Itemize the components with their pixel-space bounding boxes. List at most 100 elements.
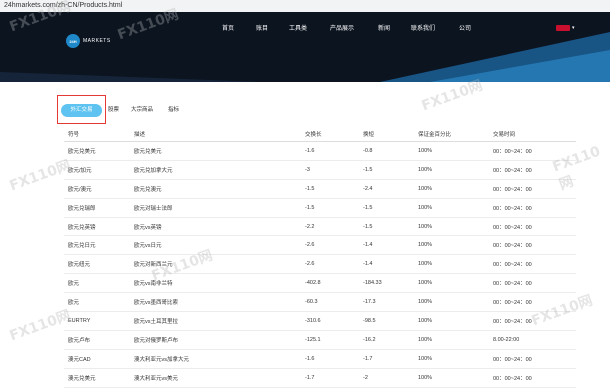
tab-commodities[interactable]: 大宗商品 xyxy=(131,107,153,114)
column-header-symbol: 符号 xyxy=(64,127,130,142)
cell-swap-short: -1.5 xyxy=(359,198,414,218)
cell-description: 欧元兑美元 xyxy=(130,141,301,161)
tab-indices[interactable]: 指标 xyxy=(168,107,179,114)
nav-item-accounts[interactable]: 账目 xyxy=(256,25,268,33)
table-row: EURTRY 欧元vs土耳其里拉 -310.6 -98.5 100% 00：00~24：0… xyxy=(64,311,576,331)
tab-stocks[interactable]: 股票 xyxy=(108,107,119,114)
cell-symbol: 欧元 xyxy=(64,273,130,294)
nav-item-news[interactable]: 新闻 xyxy=(378,25,390,33)
cell-swap-long: -1.7 xyxy=(301,368,359,388)
cell-margin: 100% xyxy=(414,349,489,369)
table-row: 欧元 欧元vs南非兰特 -402.8 -184.33 100% 00：00~24：00 xyxy=(64,273,576,294)
cell-swap-long: -3 xyxy=(301,160,359,180)
table-row: 欧元纽元 欧元对新西兰元 -2.6 -1.4 100% 00：00~24：00 xyxy=(64,254,576,275)
url-text[interactable]: 24hmarkets.com/zh-CN/Products.html xyxy=(4,1,122,11)
cell-swap-short: -1.4 xyxy=(359,254,414,275)
cell-swap-long: -2.6 xyxy=(301,254,359,275)
cell-trading-hours: 00：00~24：00 xyxy=(489,235,576,256)
table-body: 欧元兑美元 欧元兑美元 -1.6 -0.8 100% 00：00~24：00 欧元/加元 欧元… xyxy=(64,141,576,388)
cell-margin: 100% xyxy=(414,141,489,161)
cell-symbol: 欧元/澳元 xyxy=(64,179,130,199)
table-row: 欧元 欧元vs墨西哥比索 -60.3 -17.3 100% 00：00~24：00 xyxy=(64,292,576,313)
cell-symbol: 欧元卢布 xyxy=(64,330,130,350)
cell-margin: 100% xyxy=(414,368,489,388)
cell-symbol: 澳元兑美元 xyxy=(64,368,130,388)
table-row: 欧元兑日元 欧元vs日元 -2.6 -1.4 100% 00：00~24：00 xyxy=(64,235,576,256)
cell-margin: 100% xyxy=(414,311,489,331)
cell-symbol: 欧元兑美元 xyxy=(64,141,130,161)
nav-item-company[interactable]: 公司 xyxy=(459,25,471,33)
nav-item-tools[interactable]: 工具类 xyxy=(289,25,307,33)
cell-swap-short: -1.5 xyxy=(359,160,414,180)
table-row: 欧元/加元 欧元兑加拿大元 -3 -1.5 100% 00：00~24：00 xyxy=(64,160,576,180)
cell-margin: 100% xyxy=(414,198,489,218)
cell-symbol: 欧元 xyxy=(64,292,130,313)
cell-margin: 100% xyxy=(414,292,489,313)
cell-description: 欧元vs土耳其里拉 xyxy=(130,311,301,331)
cell-swap-short: -16.2 xyxy=(359,330,414,350)
column-header-trading-hours: 交易时间 xyxy=(489,127,576,142)
cell-symbol: EURTRY xyxy=(64,311,130,331)
nav-item-products[interactable]: 产品展示 xyxy=(330,25,354,33)
table-row: 欧元兑英镑 欧元vs英镑 -2.2 -1.5 100% 00：00~24：00 xyxy=(64,217,576,237)
cell-description: 欧元兑澳元 xyxy=(130,179,301,199)
cell-trading-hours: 00：00~24：00 xyxy=(489,349,576,369)
tab-forex[interactable]: 外汇交易 xyxy=(61,104,102,117)
language-flag-icon[interactable] xyxy=(556,25,570,31)
cell-symbol: 澳元CAD xyxy=(64,349,130,369)
cell-trading-hours: 00：00~24：00 xyxy=(489,217,576,237)
chevron-down-icon[interactable]: ▾ xyxy=(572,25,575,31)
cell-margin: 100% xyxy=(414,235,489,256)
logo-text: MARKETS xyxy=(83,38,111,44)
table-row: 欧元兑瑞郎 欧元对瑞士法郎 -1.5 -1.5 100% 00：00~24：00 xyxy=(64,198,576,218)
column-header-description: 描述 xyxy=(130,127,301,142)
cell-swap-short: -1.5 xyxy=(359,217,414,237)
cell-swap-short: -98.5 xyxy=(359,311,414,331)
cell-swap-long: -1.5 xyxy=(301,198,359,218)
cell-swap-long: -2.6 xyxy=(301,235,359,256)
cell-description: 欧元对新西兰元 xyxy=(130,254,301,275)
cell-margin: 100% xyxy=(414,179,489,199)
cell-swap-short: -2 xyxy=(359,368,414,388)
cell-description: 欧元vs南非兰特 xyxy=(130,273,301,294)
table-row: 澳元CAD 澳大利亚元vs加拿大元 -1.6 -1.7 100% 00：00~24：00 xyxy=(64,349,576,369)
cell-symbol: 欧元兑瑞郎 xyxy=(64,198,130,218)
cell-swap-long: -402.8 xyxy=(301,273,359,294)
cell-trading-hours: 00：00~24：00 xyxy=(489,311,576,331)
cell-swap-short: -1.4 xyxy=(359,235,414,256)
cell-trading-hours: 00：00~24：00 xyxy=(489,160,576,180)
cell-trading-hours: 8.00-22:00 xyxy=(489,330,576,350)
cell-margin: 100% xyxy=(414,160,489,180)
cell-swap-long: -60.3 xyxy=(301,292,359,313)
cell-swap-long: -2.2 xyxy=(301,217,359,237)
cell-trading-hours: 00：00~24：00 xyxy=(489,292,576,313)
main-nav: 首页 账目 工具类 产品展示 新闻 联系我们 公司 xyxy=(0,25,610,35)
cell-symbol: 欧元兑英镑 xyxy=(64,217,130,237)
column-header-swap-long: 交换长 xyxy=(301,127,359,142)
cell-trading-hours: 00：00~24：00 xyxy=(489,179,576,199)
cell-swap-long: -125.1 xyxy=(301,330,359,350)
cell-trading-hours: 00：00~24：00 xyxy=(489,141,576,161)
cell-swap-long: -310.6 xyxy=(301,311,359,331)
nav-item-home[interactable]: 首页 xyxy=(222,25,234,33)
nav-item-contact[interactable]: 联系我们 xyxy=(411,25,435,33)
column-header-margin: 保证金百分比 xyxy=(414,127,489,142)
column-header-swap-short: 换短 xyxy=(359,127,414,142)
cell-swap-long: -1.6 xyxy=(301,349,359,369)
cell-trading-hours: 00：00~24：00 xyxy=(489,254,576,275)
cell-swap-long: -1.6 xyxy=(301,141,359,161)
cell-description: 欧元vs墨西哥比索 xyxy=(130,292,301,313)
table-row: 澳元兑美元 澳大利亚元vs美元 -1.7 -2 100% 00：00~24：00 xyxy=(64,368,576,388)
cell-description: 欧元对瑞士法郎 xyxy=(130,198,301,218)
cell-margin: 100% xyxy=(414,273,489,294)
cell-description: 欧元vs英镑 xyxy=(130,217,301,237)
cell-description: 澳大利亚元vs加拿大元 xyxy=(130,349,301,369)
cell-margin: 100% xyxy=(414,330,489,350)
table-row: 欧元/澳元 欧元兑澳元 -1.5 -2.4 100% 00：00~24：00 xyxy=(64,179,576,199)
cell-swap-short: -17.3 xyxy=(359,292,414,313)
site-logo[interactable]: 24H MARKETS xyxy=(66,34,111,48)
cell-trading-hours: 00：00~24：00 xyxy=(489,198,576,218)
cell-symbol: 欧元兑日元 xyxy=(64,235,130,256)
cell-swap-short: -184.33 xyxy=(359,273,414,294)
site-header: 24H MARKETS xyxy=(0,12,610,82)
